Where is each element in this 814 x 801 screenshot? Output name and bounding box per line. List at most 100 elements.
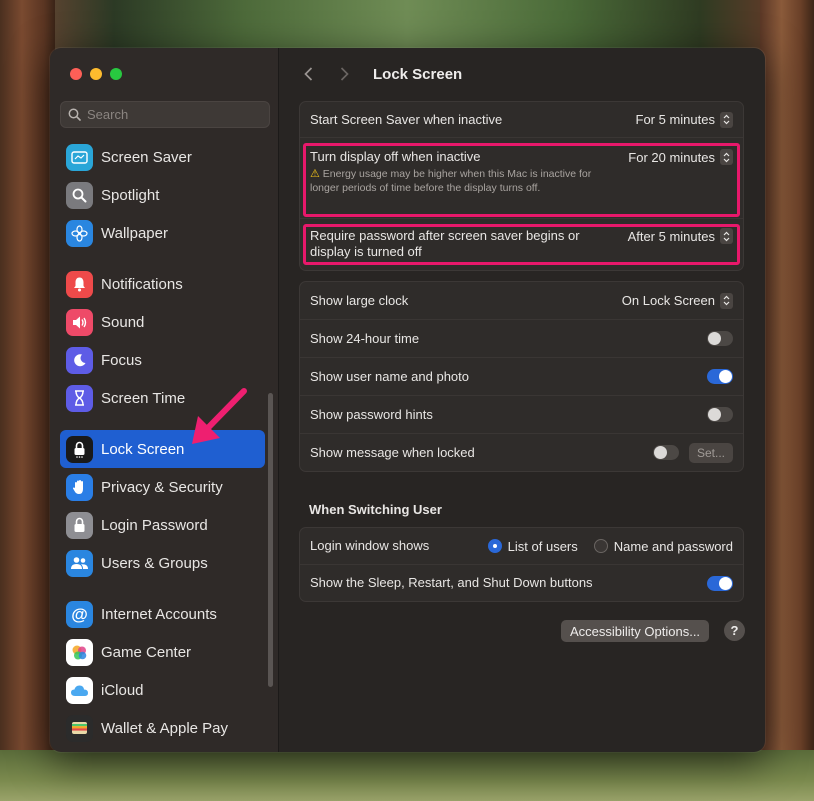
message-toggle[interactable] <box>652 445 679 460</box>
display-off-popup[interactable]: For 20 minutes <box>628 149 733 165</box>
sidebar-item-label: Login Password <box>101 516 208 534</box>
sidebar-item-users-groups[interactable]: Users & Groups <box>60 544 265 582</box>
flower-icon <box>66 219 93 247</box>
popup-value: For 20 minutes <box>628 149 715 165</box>
start-screen-saver-row: Start Screen Saver when inactive For 5 m… <box>300 102 743 137</box>
set-message-button[interactable]: Set... <box>688 442 733 463</box>
password-hints-toggle[interactable] <box>707 407 733 422</box>
require-password-popup[interactable]: After 5 minutes <box>628 228 733 244</box>
sleep-buttons-row: Show the Sleep, Restart, and Shut Down b… <box>300 564 743 601</box>
chevron-right-icon <box>340 67 349 81</box>
hourglass-icon <box>66 384 93 412</box>
settings-window: Screen Saver Spotlight Wallpaper <box>50 48 765 752</box>
sidebar-item-label: Users & Groups <box>101 554 208 572</box>
sleep-buttons-toggle[interactable] <box>707 575 733 591</box>
radio-dot <box>487 539 502 553</box>
search-input[interactable] <box>87 107 257 122</box>
energy-note: ⚠ Energy usage may be higher when this M… <box>310 167 600 195</box>
sidebar-item-label: Notifications <box>101 275 183 293</box>
sidebar-item-sound[interactable]: Sound <box>60 303 265 341</box>
sidebar-item-wallpaper[interactable]: Wallpaper <box>60 214 265 252</box>
message-row: Show message when locked Set... <box>300 433 743 471</box>
user-photo-label: Show user name and photo <box>310 368 469 384</box>
sidebar-item-notifications[interactable]: Notifications <box>60 265 265 303</box>
accessibility-options-button[interactable]: Accessibility Options... <box>561 620 710 642</box>
back-button[interactable] <box>299 62 317 86</box>
radio-list-of-users[interactable]: List of users <box>487 538 578 554</box>
start-screen-saver-popup[interactable]: For 5 minutes <box>635 111 733 128</box>
screensaver-icon <box>66 143 93 171</box>
hour24-toggle[interactable] <box>707 331 733 346</box>
display-off-label: Turn display off when inactive <box>310 149 481 164</box>
sidebar-item-icloud[interactable]: iCloud <box>60 671 265 709</box>
login-window-row: Login window shows List of users Name an… <box>300 528 743 564</box>
sidebar-scrollbar[interactable] <box>268 393 273 687</box>
zoom-button[interactable] <box>110 68 122 80</box>
wallpaper-trunk-right <box>760 0 814 801</box>
require-password-row: Require password after screen saver begi… <box>300 218 743 270</box>
hour24-label: Show 24-hour time <box>310 330 420 346</box>
sidebar-item-label: iCloud <box>101 681 144 699</box>
user-photo-toggle[interactable] <box>707 369 733 384</box>
speaker-icon <box>66 308 93 336</box>
sleep-buttons-label: Show the Sleep, Restart, and Shut Down b… <box>310 575 593 590</box>
large-clock-row: Show large clock On Lock Screen <box>300 282 743 319</box>
users-icon <box>66 549 93 577</box>
search-field[interactable] <box>60 101 270 128</box>
bell-icon <box>66 270 93 298</box>
radio-label: List of users <box>507 538 578 554</box>
password-hints-label: Show password hints <box>310 406 433 422</box>
radio-dot <box>593 539 608 553</box>
annotation-arrow <box>192 388 247 444</box>
sidebar-item-label: Spotlight <box>101 186 160 204</box>
toolbar: Lock Screen <box>299 62 462 86</box>
wallpaper-trunk-left <box>0 0 55 801</box>
display-off-row: Turn display off when inactive ⚠ Energy … <box>300 137 743 218</box>
sidebar-item-label: Wallet & Apple Pay <box>101 719 229 737</box>
switching-user-title: When Switching User <box>309 502 442 517</box>
sidebar-item-label: Lock Screen <box>101 440 185 458</box>
sidebar-item-label: Game Center <box>101 643 192 661</box>
sidebar-item-internet-accounts[interactable]: @ Internet Accounts <box>60 595 265 633</box>
updown-chevron-icon <box>720 111 733 128</box>
updown-chevron-icon <box>720 292 733 309</box>
sidebar-item-focus[interactable]: Focus <box>60 341 265 379</box>
sidebar-item-spotlight[interactable]: Spotlight <box>60 176 265 214</box>
updown-chevron-icon <box>720 228 733 244</box>
help-button[interactable]: ? <box>724 620 745 641</box>
sidebar-item-screen-saver[interactable]: Screen Saver <box>60 138 265 176</box>
forward-button[interactable] <box>335 62 353 86</box>
padlock-icon <box>66 511 93 539</box>
window-controls <box>70 68 122 80</box>
lock-screen-options-group: Show large clock On Lock Screen Show 24-… <box>299 281 744 472</box>
message-label: Show message when locked <box>310 444 475 460</box>
switching-user-group: Login window shows List of users Name an… <box>299 527 744 602</box>
magnifier-icon <box>66 181 93 209</box>
minimize-button[interactable] <box>90 68 102 80</box>
close-button[interactable] <box>70 68 82 80</box>
sidebar-item-label: Internet Accounts <box>101 605 217 623</box>
login-window-label: Login window shows <box>310 538 430 553</box>
radio-name-password[interactable]: Name and password <box>593 538 733 554</box>
user-photo-row: Show user name and photo <box>300 357 743 395</box>
cloud-icon <box>66 676 93 704</box>
popup-value: For 5 minutes <box>635 112 715 127</box>
sidebar-item-login-password[interactable]: Login Password <box>60 506 265 544</box>
warning-icon: ⚠ <box>310 168 320 180</box>
updown-chevron-icon <box>720 149 733 165</box>
large-clock-popup[interactable]: On Lock Screen <box>621 292 733 309</box>
main-pane: Lock Screen Start Screen Saver when inac… <box>279 48 765 752</box>
lock-icon <box>66 435 93 463</box>
sidebar-item-label: Screen Saver <box>101 148 192 166</box>
require-password-label: Require password after screen saver begi… <box>310 228 580 259</box>
sidebar-item-game-center[interactable]: Game Center <box>60 633 265 671</box>
radio-label: Name and password <box>613 538 733 554</box>
start-screen-saver-label: Start Screen Saver when inactive <box>310 111 503 127</box>
at-icon: @ <box>66 600 93 628</box>
sidebar-item-label: Wallpaper <box>101 224 168 242</box>
popup-value: On Lock Screen <box>621 293 715 308</box>
sidebar-item-wallet[interactable]: Wallet & Apple Pay <box>60 709 265 747</box>
sidebar-item-privacy-security[interactable]: Privacy & Security <box>60 468 265 506</box>
screen-saver-group: Start Screen Saver when inactive For 5 m… <box>299 101 744 271</box>
sidebar-item-label: Sound <box>101 313 145 331</box>
